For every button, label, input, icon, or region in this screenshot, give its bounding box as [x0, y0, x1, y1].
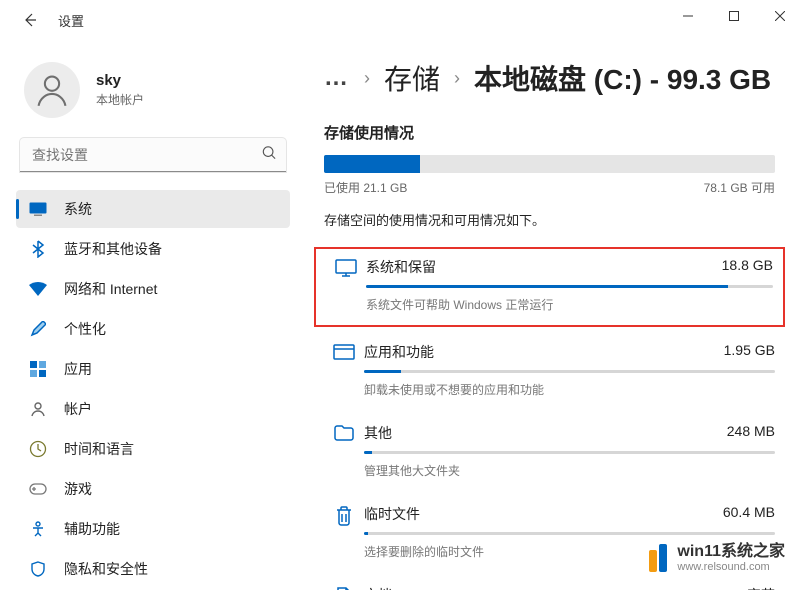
app-title: 设置 — [58, 11, 84, 30]
nav-label: 游戏 — [64, 479, 92, 499]
category-title: 应用和功能 — [364, 342, 434, 362]
search-icon — [262, 146, 276, 165]
category-title: 临时文件 — [364, 504, 420, 524]
search-input[interactable] — [20, 138, 286, 172]
watermark-sub: www.relsound.com — [677, 561, 785, 574]
close-button[interactable] — [757, 0, 803, 32]
usage-title: 存储使用情况 — [324, 122, 775, 143]
nav-label: 网络和 Internet — [64, 279, 157, 299]
gamepad-icon — [28, 479, 48, 499]
user-icon — [33, 71, 71, 109]
chevron-right-icon: › — [364, 68, 370, 89]
breadcrumb-more[interactable]: … — [324, 64, 350, 92]
chevron-right-icon: › — [454, 68, 460, 89]
nav: 系统 蓝牙和其他设备 网络和 Internet 个性化 应用 帐户 — [16, 190, 290, 588]
breadcrumb-storage[interactable]: 存储 — [384, 58, 440, 98]
breadcrumb-current: 本地磁盘 (C:) - 99.3 GB — [474, 58, 771, 98]
nav-item-gaming[interactable]: 游戏 — [16, 470, 290, 508]
nav-item-personalization[interactable]: 个性化 — [16, 310, 290, 348]
apps-features-icon — [324, 342, 364, 398]
total-labels: 已使用 21.1 GB 78.1 GB 可用 — [324, 179, 775, 196]
window-controls — [665, 0, 803, 32]
title-bar: 设置 — [0, 0, 803, 40]
category-sub: 系统文件可帮助 Windows 正常运行 — [366, 296, 773, 313]
brush-icon — [28, 319, 48, 339]
watermark: win11系统之家 www.relsound.com — [645, 537, 789, 580]
watermark-main: win11系统之家 — [677, 543, 785, 561]
system-icon — [28, 199, 48, 219]
category-sub: 卸载未使用或不想要的应用和功能 — [364, 381, 775, 398]
nav-label: 应用 — [64, 359, 92, 379]
user-block[interactable]: sky 本地帐户 — [16, 52, 290, 138]
nav-item-apps[interactable]: 应用 — [16, 350, 290, 388]
nav-label: 时间和语言 — [64, 439, 134, 459]
usage-desc: 存储空间的使用情况和可用情况如下。 — [324, 210, 775, 229]
category-system-reserved[interactable]: 系统和保留 18.8 GB 系统文件可帮助 Windows 正常运行 — [314, 247, 785, 327]
user-name: sky — [96, 72, 144, 89]
maximize-button[interactable] — [711, 0, 757, 32]
category-other[interactable]: 其他 248 MB 管理其他大文件夹 — [324, 414, 775, 495]
sidebar: sky 本地帐户 系统 蓝牙和其他设备 网络和 Internet — [0, 40, 300, 590]
category-size: 1.95 GB — [724, 342, 775, 362]
documents-icon — [324, 585, 364, 590]
search-wrap — [20, 138, 286, 172]
nav-item-system[interactable]: 系统 — [16, 190, 290, 228]
nav-item-network[interactable]: 网络和 Internet — [16, 270, 290, 308]
category-apps-features[interactable]: 应用和功能 1.95 GB 卸载未使用或不想要的应用和功能 — [324, 333, 775, 414]
nav-label: 系统 — [64, 199, 92, 219]
apps-icon — [28, 359, 48, 379]
category-size: 60.4 MB — [723, 504, 775, 524]
used-label: 已使用 21.1 GB — [324, 179, 407, 196]
minimize-icon — [683, 11, 693, 21]
close-icon — [775, 11, 785, 21]
total-usage-bar — [324, 155, 775, 173]
system-reserved-icon — [326, 257, 366, 313]
account-icon — [28, 399, 48, 419]
category-size: 248 MB — [727, 423, 775, 443]
nav-label: 帐户 — [64, 399, 92, 419]
network-icon — [28, 279, 48, 299]
folder-icon — [324, 423, 364, 479]
maximize-icon — [729, 11, 739, 21]
back-button[interactable] — [18, 8, 42, 32]
arrow-left-icon — [22, 12, 38, 28]
nav-item-accounts[interactable]: 帐户 — [16, 390, 290, 428]
nav-label: 个性化 — [64, 319, 106, 339]
category-size: 0 字节 — [735, 585, 775, 590]
accessibility-icon — [28, 519, 48, 539]
category-size: 18.8 GB — [722, 257, 773, 277]
shield-icon — [28, 559, 48, 579]
avatar — [24, 62, 80, 118]
nav-item-accessibility[interactable]: 辅助功能 — [16, 510, 290, 548]
main-content: … › 存储 › 本地磁盘 (C:) - 99.3 GB 存储使用情况 已使用 … — [300, 40, 803, 590]
bluetooth-icon — [28, 239, 48, 259]
minimize-button[interactable] — [665, 0, 711, 32]
watermark-logo — [649, 544, 667, 572]
trash-icon — [324, 504, 364, 560]
nav-label: 隐私和安全性 — [64, 559, 148, 579]
category-title: 系统和保留 — [366, 257, 436, 277]
free-label: 78.1 GB 可用 — [704, 179, 775, 196]
nav-item-time-language[interactable]: 时间和语言 — [16, 430, 290, 468]
total-used-fill — [324, 155, 420, 173]
nav-item-bluetooth[interactable]: 蓝牙和其他设备 — [16, 230, 290, 268]
nav-label: 辅助功能 — [64, 519, 120, 539]
breadcrumb: … › 存储 › 本地磁盘 (C:) - 99.3 GB — [324, 58, 775, 98]
nav-item-privacy[interactable]: 隐私和安全性 — [16, 550, 290, 588]
category-title: 文档 — [364, 585, 392, 590]
user-subtitle: 本地帐户 — [96, 91, 144, 108]
category-sub: 管理其他大文件夹 — [364, 462, 775, 479]
clock-globe-icon — [28, 439, 48, 459]
category-title: 其他 — [364, 423, 392, 443]
nav-label: 蓝牙和其他设备 — [64, 239, 162, 259]
